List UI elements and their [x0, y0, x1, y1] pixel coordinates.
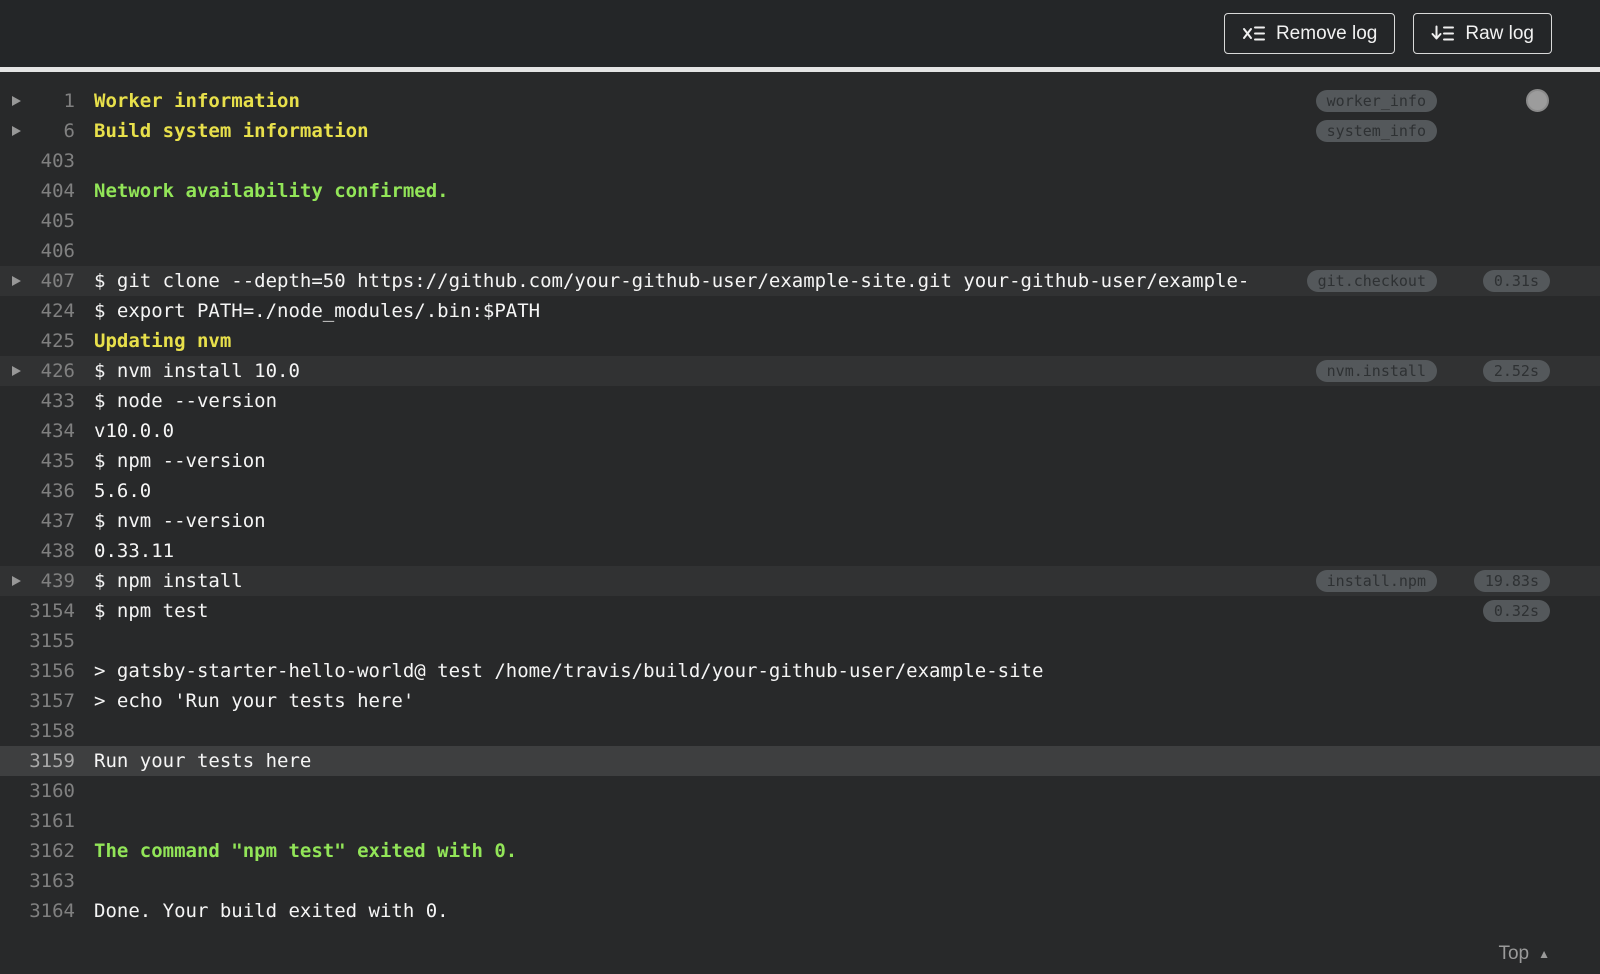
log-line: 3154 $ npm test 0.32s — [0, 596, 1600, 626]
line-number[interactable]: 433 — [0, 386, 75, 416]
line-number[interactable]: 404 — [0, 176, 75, 206]
log-line: 3155 — [0, 626, 1600, 656]
log-line: 436 5.6.0 — [0, 476, 1600, 506]
fold-toggle-icon[interactable] — [12, 576, 21, 586]
duration-badge: 0.32s — [1482, 600, 1550, 622]
log-tag-badge: git.checkout — [1306, 270, 1437, 292]
log-text: $ node --version — [94, 390, 278, 412]
line-number[interactable]: 436 — [0, 476, 75, 506]
log-line: 3164 Done. Your build exited with 0. — [0, 896, 1600, 926]
log-line: 434 v10.0.0 — [0, 416, 1600, 446]
log-lines: 1 Worker information worker_info 6 Build sys… — [0, 86, 1600, 926]
log-line: 406 — [0, 236, 1600, 266]
fold-toggle-icon[interactable] — [12, 276, 21, 286]
line-number[interactable]: 3162 — [0, 836, 75, 866]
log-line: 405 — [0, 206, 1600, 236]
line-number[interactable]: 3159 — [0, 746, 75, 776]
log-text: $ nvm install 10.0 — [94, 360, 300, 382]
log-text: The command "npm test" exited with 0. — [94, 840, 518, 862]
line-number[interactable]: 3160 — [0, 776, 75, 806]
log-line: 433 $ node --version — [0, 386, 1600, 416]
log-text: Worker information — [94, 90, 300, 112]
line-number[interactable]: 403 — [0, 146, 75, 176]
duration-badge: 19.83s — [1473, 570, 1550, 592]
log-text: $ nvm --version — [94, 510, 266, 532]
line-number[interactable]: 434 — [0, 416, 75, 446]
log-line: 3161 — [0, 806, 1600, 836]
top-link-label: Top — [1498, 943, 1530, 964]
raw-log-button[interactable]: Raw log — [1413, 13, 1552, 54]
log-tag-badge: install.npm — [1315, 570, 1437, 592]
build-log-pane: 1 Worker information worker_info 6 Build sys… — [0, 72, 1600, 974]
log-text: > gatsby-starter-hello-world@ test /home… — [94, 660, 1044, 682]
log-line: 403 — [0, 146, 1600, 176]
log-text: Updating nvm — [94, 330, 232, 352]
scroll-indicator-dot[interactable] — [1526, 89, 1549, 112]
log-tag-badge: worker_info — [1315, 90, 1437, 112]
line-number[interactable]: 3158 — [0, 716, 75, 746]
line-number[interactable]: 3154 — [0, 596, 75, 626]
duration-badge: 0.31s — [1482, 270, 1550, 292]
fold-toggle-icon[interactable] — [12, 366, 21, 376]
log-text: Done. Your build exited with 0. — [94, 900, 449, 922]
line-number[interactable]: 406 — [0, 236, 75, 266]
log-tag-badge: system_info — [1315, 120, 1437, 142]
scroll-to-top-link[interactable]: Top ▲ — [1498, 943, 1550, 965]
duration-badge: 2.52s — [1482, 360, 1550, 382]
line-number[interactable]: 3155 — [0, 626, 75, 656]
line-number[interactable]: 424 — [0, 296, 75, 326]
log-text: $ npm install — [94, 570, 243, 592]
log-text: $ npm --version — [94, 450, 266, 472]
log-line: 3162 The command "npm test" exited with 0… — [0, 836, 1600, 866]
log-line: 439 $ npm install install.npm 19.83s — [0, 566, 1600, 596]
log-line: 3163 — [0, 866, 1600, 896]
raw-log-icon — [1431, 25, 1455, 42]
log-line: 424 $ export PATH=./node_modules/.bin:$PA… — [0, 296, 1600, 326]
log-tag-badge: nvm.install — [1315, 360, 1437, 382]
log-line: 426 $ nvm install 10.0 nvm.install 2.52s — [0, 356, 1600, 386]
line-number[interactable]: 3161 — [0, 806, 75, 836]
log-line: 407 $ git clone --depth=50 https://github… — [0, 266, 1600, 296]
line-number[interactable]: 438 — [0, 536, 75, 566]
log-line: 3160 — [0, 776, 1600, 806]
raw-log-label: Raw log — [1465, 22, 1534, 44]
fold-toggle-icon[interactable] — [12, 96, 21, 106]
log-text: Build system information — [94, 120, 369, 142]
fold-toggle-icon[interactable] — [12, 126, 21, 136]
line-number[interactable]: 3156 — [0, 656, 75, 686]
log-line: 3158 — [0, 716, 1600, 746]
log-line: 1 Worker information worker_info — [0, 86, 1600, 116]
line-number[interactable]: 405 — [0, 206, 75, 236]
log-line: 6 Build system information system_info — [0, 116, 1600, 146]
log-line: 425 Updating nvm — [0, 326, 1600, 356]
remove-log-icon — [1242, 25, 1265, 42]
line-number[interactable]: 3163 — [0, 866, 75, 896]
log-line: 3157 > echo 'Run your tests here' — [0, 686, 1600, 716]
log-toolbar: Remove log Raw log — [0, 0, 1600, 67]
line-number[interactable]: 435 — [0, 446, 75, 476]
line-number[interactable]: 3157 — [0, 686, 75, 716]
log-line: 438 0.33.11 — [0, 536, 1600, 566]
log-text: 0.33.11 — [94, 540, 175, 562]
log-line: 435 $ npm --version — [0, 446, 1600, 476]
log-text: $ npm test — [94, 600, 209, 622]
log-line: 437 $ nvm --version — [0, 506, 1600, 536]
log-text: 5.6.0 — [94, 480, 152, 502]
log-line: 404 Network availability confirmed. — [0, 176, 1600, 206]
line-number[interactable]: 425 — [0, 326, 75, 356]
log-text: Network availability confirmed. — [94, 180, 449, 202]
chevron-up-icon: ▲ — [1538, 947, 1550, 961]
remove-log-label: Remove log — [1275, 22, 1378, 44]
remove-log-button[interactable]: Remove log — [1223, 13, 1396, 54]
log-text: $ git clone --depth=50 https://github.co… — [94, 270, 1250, 292]
log-line: 3159 Run your tests here — [0, 746, 1600, 776]
log-line: 3156 > gatsby-starter-hello-world@ test /… — [0, 656, 1600, 686]
log-text: $ export PATH=./node_modules/.bin:$PATH — [94, 300, 541, 322]
line-number[interactable]: 3164 — [0, 896, 75, 926]
log-text: v10.0.0 — [94, 420, 175, 442]
log-text: > echo 'Run your tests here' — [94, 690, 415, 712]
log-text: Run your tests here — [94, 750, 312, 772]
line-number[interactable]: 437 — [0, 506, 75, 536]
